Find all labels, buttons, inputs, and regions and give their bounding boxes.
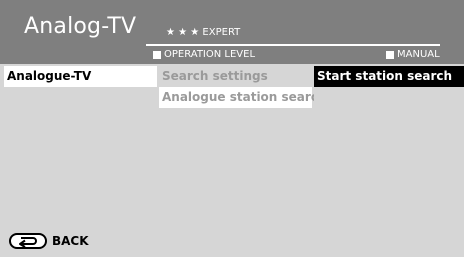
manual-marker-icon: [386, 50, 394, 59]
operation-level-text: OPERATION LEVEL: [164, 49, 256, 60]
operation-level-marker-icon: [153, 50, 161, 59]
operation-level-label: OPERATION LEVEL: [153, 49, 255, 60]
menu-column-middle: Search settings Analogue station search: [159, 66, 326, 257]
operation-level-indicator: ★ ★ ★ EXPERT: [166, 27, 241, 38]
menu-column-right: Start station search: [314, 66, 464, 257]
operation-level-divider: [146, 44, 440, 46]
menu-item-search-settings[interactable]: Search settings: [159, 66, 312, 87]
menu-column-left: Analogue-TV: [4, 66, 157, 257]
back-label: BACK: [52, 234, 89, 248]
menu-item-analogue-tv[interactable]: Analogue-TV: [4, 66, 157, 87]
header-bar: Analog-TV ★ ★ ★ EXPERT OPERATION LEVEL M…: [0, 0, 464, 64]
tv-menu-screen: Analog-TV ★ ★ ★ EXPERT OPERATION LEVEL M…: [0, 0, 464, 257]
app-title: Analog-TV: [24, 14, 137, 39]
menu-item-start-station-search[interactable]: Start station search: [314, 66, 464, 87]
menu-item-analogue-station-search[interactable]: Analogue station search: [159, 87, 326, 108]
manual-text: MANUAL: [397, 49, 440, 60]
return-arrow-icon: [9, 233, 47, 249]
back-button[interactable]: BACK: [9, 233, 89, 249]
manual-label: MANUAL: [386, 49, 440, 60]
